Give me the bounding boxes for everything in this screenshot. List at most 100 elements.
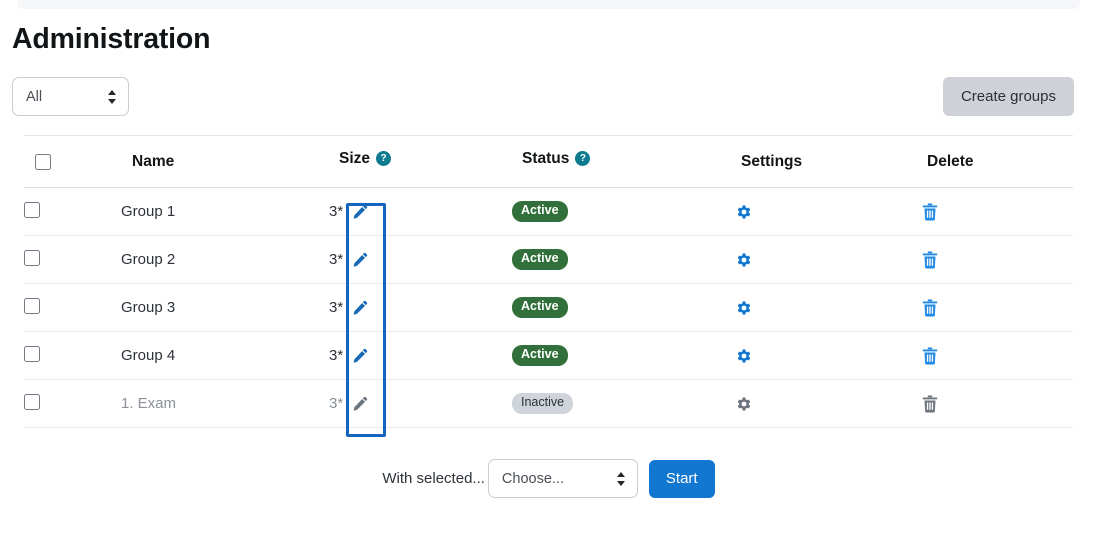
table-row: Group 2 3* Active (24, 235, 1073, 284)
table-row: Group 3 3* Active (24, 283, 1073, 332)
groups-table: Name Size ? Status ? Settings Delete Gro… (24, 135, 1073, 428)
cell-select (24, 283, 121, 332)
select-all-checkbox[interactable] (35, 153, 51, 170)
cell-settings (731, 331, 917, 380)
cell-size: 3* (329, 283, 512, 332)
settings-gear-icon[interactable] (731, 343, 757, 369)
settings-gear-icon[interactable] (731, 247, 757, 273)
group-filter-select[interactable]: All (12, 77, 129, 116)
th-status-label: Status (522, 149, 570, 167)
edit-size-pencil-icon[interactable] (347, 295, 373, 321)
cell-name: 1. Exam (121, 379, 329, 428)
row-checkbox[interactable] (24, 201, 40, 218)
cell-name: Group 4 (121, 331, 329, 380)
th-name-label: Name (132, 152, 175, 170)
table-row: Group 4 3* Active (24, 331, 1073, 380)
start-button[interactable]: Start (648, 459, 715, 498)
with-selected-label: With selected... (382, 470, 485, 487)
delete-trash-icon[interactable] (917, 295, 943, 321)
cell-select (24, 331, 121, 380)
bulk-action-select[interactable]: Choose... (487, 459, 638, 498)
status-badge: Active (512, 249, 568, 270)
page-title: Administration (12, 23, 211, 55)
cell-name: Group 1 (121, 187, 329, 236)
cell-status: Active (512, 187, 731, 236)
group-name-label: Group 1 (121, 203, 176, 220)
delete-trash-icon[interactable] (917, 391, 943, 417)
cell-delete (917, 331, 1073, 380)
delete-trash-icon[interactable] (917, 343, 943, 369)
cell-name: Group 3 (121, 283, 329, 332)
group-name-label: 1. Exam (121, 395, 177, 412)
th-size-label: Size (339, 149, 371, 167)
bulk-action-bar: With selected... Choose... Start (12, 459, 1085, 498)
group-name-label: Group 4 (121, 347, 176, 364)
th-size: Size ? (329, 135, 512, 188)
group-name-label: Group 2 (121, 251, 176, 268)
size-help-circle-icon[interactable]: ? (376, 151, 392, 166)
group-size-value: 3* (329, 203, 344, 220)
table-head: Name Size ? Status ? Settings Delete (24, 135, 1073, 188)
delete-trash-icon[interactable] (917, 199, 943, 225)
th-delete: Delete (917, 135, 1073, 188)
table-body: Group 1 3* Active Group 2 3* Active Group 3 3* A… (24, 187, 1073, 428)
edit-size-pencil-icon[interactable] (347, 199, 373, 225)
cell-size: 3* (329, 187, 512, 236)
page-container: Administration All Create groups Name Si… (0, 0, 1097, 498)
status-badge: Active (512, 345, 568, 366)
table-row: Group 1 3* Active (24, 187, 1073, 236)
th-settings: Settings (731, 135, 917, 188)
create-groups-button[interactable]: Create groups (942, 77, 1074, 116)
cell-size: 3* (329, 379, 512, 428)
group-size-value: 3* (329, 347, 344, 364)
cell-settings (731, 379, 917, 428)
settings-gear-icon[interactable] (731, 391, 757, 417)
cell-size: 3* (329, 235, 512, 284)
cell-status: Active (512, 331, 731, 380)
status-badge: Inactive (512, 393, 574, 414)
th-settings-label: Settings (741, 152, 803, 170)
cell-settings (731, 235, 917, 284)
filter-select-wrap: All (12, 77, 129, 116)
status-badge: Active (512, 297, 568, 318)
edit-size-pencil-icon[interactable] (347, 391, 373, 417)
th-name: Name (121, 135, 329, 188)
cell-status: Active (512, 235, 731, 284)
cell-settings (731, 283, 917, 332)
row-checkbox[interactable] (24, 297, 40, 314)
cell-select (24, 379, 121, 428)
bulk-select-wrap: Choose... (487, 459, 638, 498)
row-checkbox[interactable] (24, 345, 40, 362)
table-header-row: Name Size ? Status ? Settings Delete (24, 135, 1073, 188)
toolbar: All Create groups (12, 77, 1085, 123)
cell-delete (917, 283, 1073, 332)
cell-status: Inactive (512, 379, 731, 428)
group-size-value: 3* (329, 251, 344, 268)
settings-gear-icon[interactable] (731, 295, 757, 321)
status-badge: Active (512, 201, 568, 222)
group-size-value: 3* (329, 299, 344, 316)
cell-settings (731, 187, 917, 236)
cell-select (24, 187, 121, 236)
settings-gear-icon[interactable] (731, 199, 757, 225)
edit-size-pencil-icon[interactable] (347, 343, 373, 369)
edit-size-pencil-icon[interactable] (347, 247, 373, 273)
th-select-all (24, 135, 121, 188)
row-checkbox[interactable] (24, 393, 40, 410)
cell-size: 3* (329, 331, 512, 380)
groups-table-wrap: Name Size ? Status ? Settings Delete Gro… (12, 135, 1085, 428)
status-help-circle-icon[interactable]: ? (575, 151, 591, 166)
group-name-label: Group 3 (121, 299, 176, 316)
th-status: Status ? (512, 135, 731, 188)
th-delete-label: Delete (927, 152, 974, 170)
cell-delete (917, 379, 1073, 428)
row-checkbox[interactable] (24, 249, 40, 266)
delete-trash-icon[interactable] (917, 247, 943, 273)
cell-delete (917, 235, 1073, 284)
group-size-value: 3* (329, 395, 344, 412)
cell-name: Group 2 (121, 235, 329, 284)
cell-status: Active (512, 283, 731, 332)
cell-select (24, 235, 121, 284)
table-row: 1. Exam 3* Inactive (24, 379, 1073, 428)
cell-delete (917, 187, 1073, 236)
